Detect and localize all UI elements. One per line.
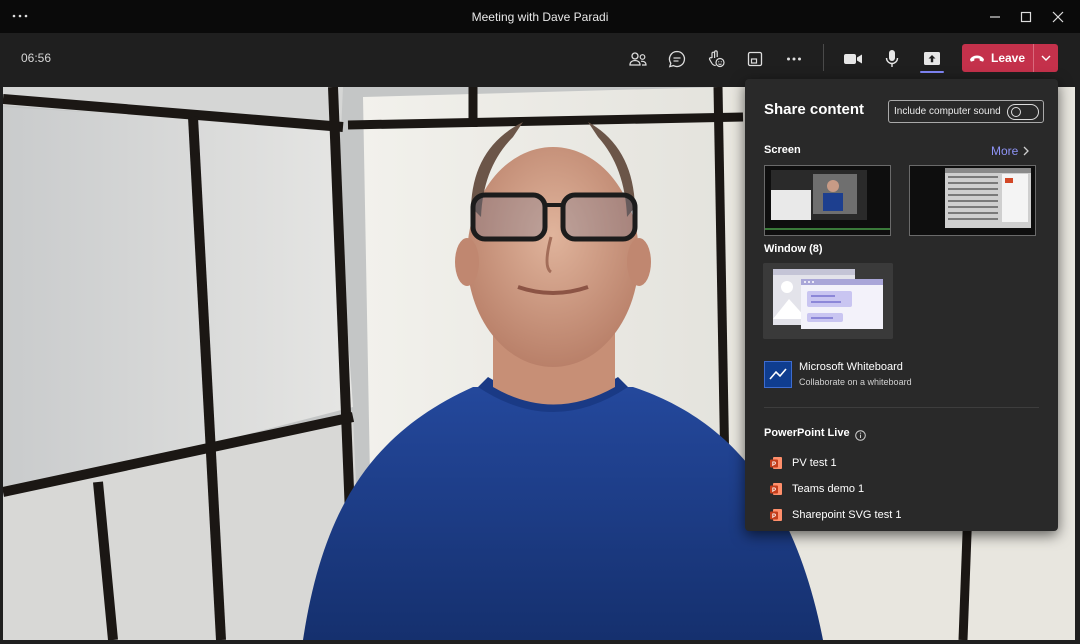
screen-section-label: Screen [764,144,801,156]
screen-thumbnail-1[interactable] [764,165,891,236]
include-sound-label: Include computer sound [894,106,1001,117]
share-panel-title: Share content [764,101,865,118]
leave-button-group: Leave [962,44,1058,72]
powerpoint-file-icon: P [769,482,783,496]
minimize-icon[interactable] [986,8,1004,26]
powerpoint-file-item[interactable]: P Sharepoint SVG test 1 [769,507,901,523]
chat-icon[interactable] [663,45,691,73]
svg-text:P: P [772,514,776,520]
include-computer-sound-toggle[interactable]: Include computer sound [888,100,1044,123]
svg-text:P: P [772,488,776,494]
more-label: More [991,144,1019,158]
close-icon[interactable] [1049,8,1067,26]
svg-text:P: P [772,462,776,468]
window-thumbnail[interactable] [763,263,893,339]
screen-thumbnail-2[interactable] [909,165,1036,236]
title-bar: Meeting with Dave Paradi [0,0,1080,33]
whiteboard-subtitle: Collaborate on a whiteboard [799,377,912,387]
more-actions-icon[interactable] [780,45,808,73]
hangup-icon [969,55,984,62]
chevron-right-icon [1023,146,1030,156]
powerpoint-file-icon: P [769,456,783,470]
toggle-knob [1011,107,1021,117]
powerpoint-file-item[interactable]: P PV test 1 [769,455,837,471]
camera-icon[interactable] [839,45,867,73]
people-icon[interactable] [624,45,652,73]
share-content-panel: Share content Include computer sound Scr… [745,79,1058,531]
file-name: PV test 1 [792,457,837,469]
mic-icon[interactable] [878,45,906,73]
toolbar-divider [823,44,824,71]
reactions-icon[interactable] [702,45,730,73]
powerpoint-live-label: PowerPoint Live [764,427,850,439]
file-name: Sharepoint SVG test 1 [792,509,902,521]
section-divider [764,407,1039,408]
whiteboard-title[interactable]: Microsoft Whiteboard [799,361,903,373]
more-screens-link[interactable]: More [991,144,1030,158]
leave-label: Leave [990,51,1026,65]
window-title: Meeting with Dave Paradi [471,10,609,24]
window-section-label: Window (8) [764,243,823,255]
info-icon[interactable] [855,428,866,441]
share-screen-icon[interactable] [918,45,946,73]
meeting-toolbar: 06:56 Leave [0,33,1080,85]
share-active-indicator [920,71,944,73]
maximize-icon[interactable] [1017,8,1035,26]
whiteboard-icon[interactable] [764,361,792,388]
powerpoint-file-icon: P [769,508,783,522]
leave-options-chevron-icon[interactable] [1033,44,1058,72]
meeting-timer: 06:56 [21,51,52,65]
powerpoint-file-item[interactable]: P Teams demo 1 [769,481,864,497]
file-name: Teams demo 1 [792,483,865,495]
view-icon[interactable] [741,45,769,73]
leave-button[interactable]: Leave [962,44,1032,72]
sound-toggle-switch[interactable] [1007,104,1039,120]
